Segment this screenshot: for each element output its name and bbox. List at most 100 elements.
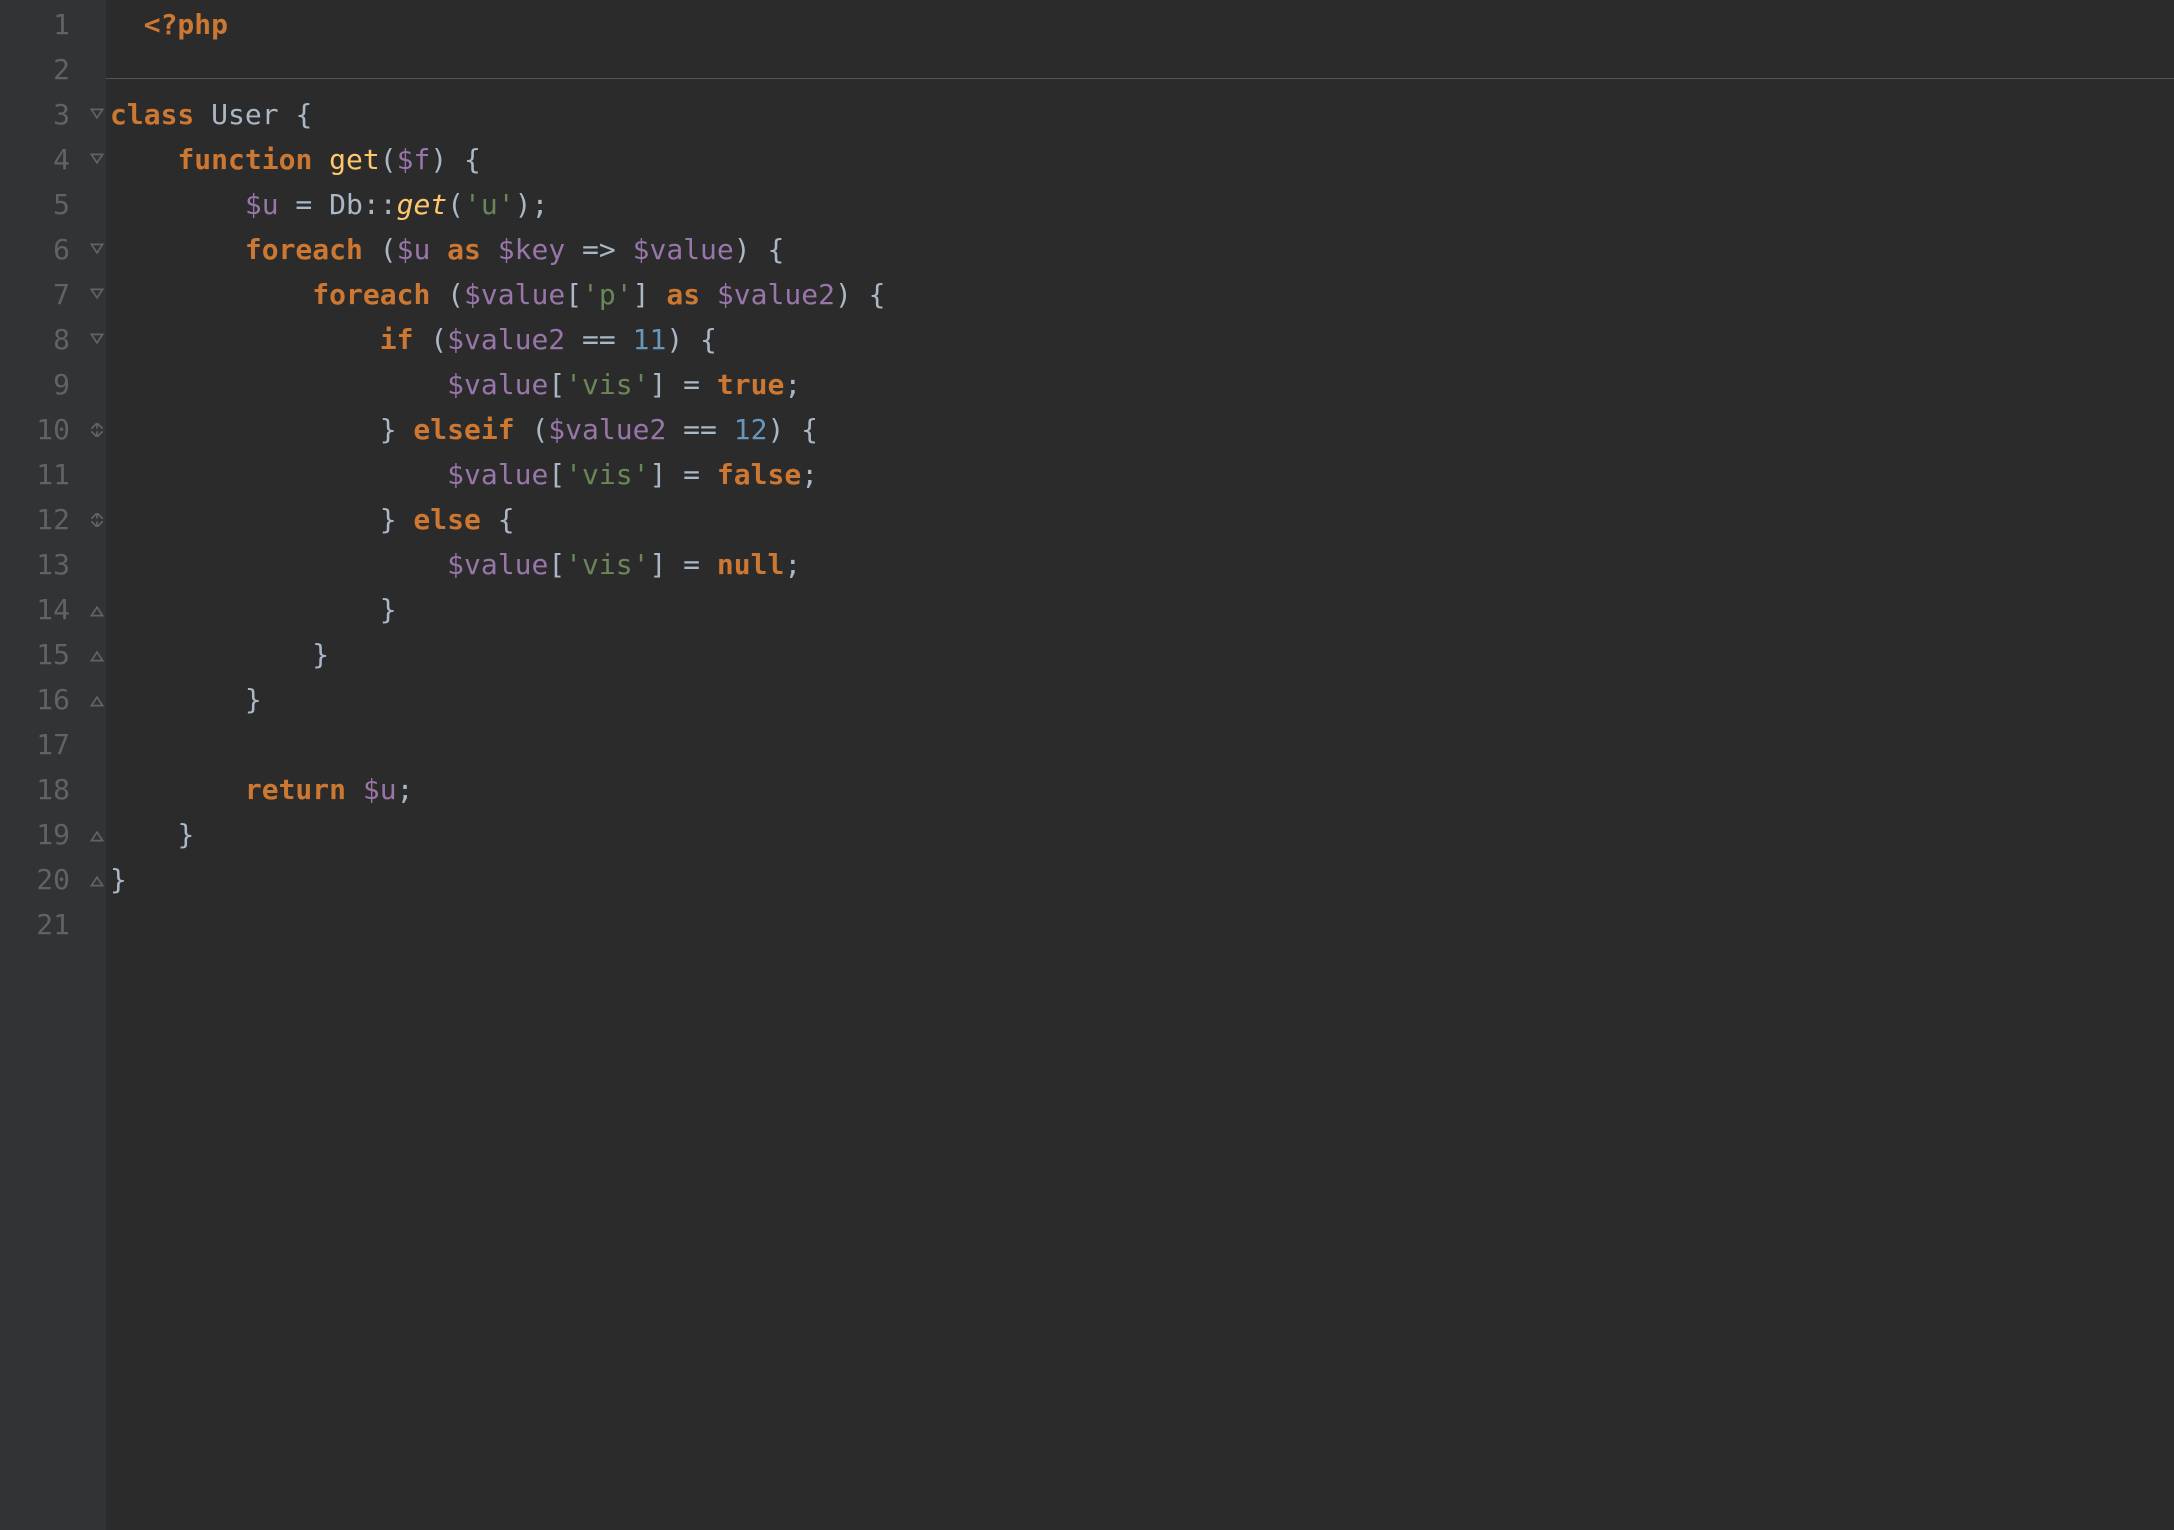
keyword-true: true — [717, 368, 784, 401]
bracket: ] — [649, 458, 666, 491]
code-line[interactable] — [110, 902, 2174, 947]
variable: $value2 — [447, 323, 565, 356]
brace: { — [498, 503, 515, 536]
bracket: [ — [548, 368, 565, 401]
line-number: 11 — [0, 452, 70, 497]
code-line[interactable]: } — [110, 677, 2174, 722]
variable: $value — [464, 278, 565, 311]
code-content[interactable]: <?php class User { function get($f) { $u… — [106, 0, 2174, 1530]
line-number: 6 — [0, 227, 70, 272]
code-line[interactable]: class User { — [110, 92, 2174, 137]
arrow-operator: => — [565, 233, 632, 266]
fold-slot — [88, 902, 106, 947]
brace: } — [380, 593, 397, 626]
fold-close-icon[interactable] — [88, 857, 106, 902]
paren: ( — [363, 233, 397, 266]
code-line[interactable]: $value['vis'] = true; — [110, 362, 2174, 407]
code-line[interactable]: $u = Db::get('u'); — [110, 182, 2174, 227]
code-line[interactable]: } else { — [110, 497, 2174, 542]
method-call: get — [397, 188, 448, 221]
line-number: 9 — [0, 362, 70, 407]
line-number: 21 — [0, 902, 70, 947]
string-literal: 'vis' — [565, 458, 649, 491]
paren: ( — [413, 323, 447, 356]
bracket: [ — [565, 278, 582, 311]
keyword-foreach: foreach — [312, 278, 430, 311]
fold-open-icon[interactable] — [88, 137, 106, 182]
code-editor: 1 2 3 4 5 6 7 8 9 10 11 12 13 14 15 16 1… — [0, 0, 2174, 1530]
brace: } — [110, 863, 127, 896]
keyword-if: if — [380, 323, 414, 356]
bracket: ] — [633, 278, 650, 311]
variable: $f — [397, 143, 431, 176]
variable: $u — [397, 233, 431, 266]
fold-open-icon[interactable] — [88, 227, 106, 272]
line-number-gutter: 1 2 3 4 5 6 7 8 9 10 11 12 13 14 15 16 1… — [0, 0, 88, 1530]
line-number: 16 — [0, 677, 70, 722]
line-number: 13 — [0, 542, 70, 587]
code-line[interactable]: foreach ($value['p'] as $value2) { — [110, 272, 2174, 317]
code-line[interactable]: } — [110, 587, 2174, 632]
code-line[interactable]: } elseif ($value2 == 12) { — [110, 407, 2174, 452]
code-line[interactable] — [110, 47, 2174, 92]
brace: } — [380, 503, 397, 536]
fold-slot — [88, 767, 106, 812]
code-line[interactable]: return $u; — [110, 767, 2174, 812]
fold-close-icon[interactable] — [88, 812, 106, 857]
paren: ( — [380, 143, 397, 176]
fold-close-icon[interactable] — [88, 677, 106, 722]
operator: = — [279, 188, 330, 221]
fold-open-icon[interactable] — [88, 272, 106, 317]
brace: } — [312, 638, 329, 671]
paren-brace: ) { — [835, 278, 886, 311]
code-line[interactable]: foreach ($u as $key => $value) { — [110, 227, 2174, 272]
fold-mid-icon[interactable] — [88, 497, 106, 542]
brace: } — [380, 413, 397, 446]
code-line[interactable] — [110, 722, 2174, 767]
fold-open-icon[interactable] — [88, 92, 106, 137]
keyword-foreach: foreach — [245, 233, 363, 266]
string-literal: 'u' — [464, 188, 515, 221]
line-number: 1 — [0, 2, 70, 47]
variable: $value — [447, 368, 548, 401]
paren: ( — [531, 413, 548, 446]
paren-semi: ); — [515, 188, 549, 221]
keyword-null: null — [717, 548, 784, 581]
code-line[interactable]: <?php — [110, 2, 2174, 47]
operator: = — [666, 458, 717, 491]
string-literal: 'vis' — [565, 368, 649, 401]
bracket: [ — [548, 548, 565, 581]
code-line[interactable]: } — [110, 857, 2174, 902]
number-literal: 11 — [633, 323, 667, 356]
scope-operator: :: — [363, 188, 397, 221]
variable: $u — [346, 773, 397, 806]
operator: == — [666, 413, 733, 446]
keyword-class: class — [110, 98, 194, 131]
fold-close-icon[interactable] — [88, 587, 106, 632]
fold-close-icon[interactable] — [88, 632, 106, 677]
line-number: 19 — [0, 812, 70, 857]
fold-mid-icon[interactable] — [88, 407, 106, 452]
bracket: ] — [649, 368, 666, 401]
line-number: 15 — [0, 632, 70, 677]
semicolon: ; — [784, 368, 801, 401]
fold-gutter — [88, 0, 106, 1530]
keyword-as: as — [649, 278, 716, 311]
code-line[interactable]: } — [110, 812, 2174, 857]
paren-brace: ) { — [666, 323, 717, 356]
code-line[interactable]: $value['vis'] = null; — [110, 542, 2174, 587]
code-line[interactable]: } — [110, 632, 2174, 677]
code-line[interactable]: $value['vis'] = false; — [110, 452, 2174, 497]
line-number: 14 — [0, 587, 70, 632]
brace: { — [279, 98, 313, 131]
fold-slot — [88, 362, 106, 407]
line-number: 2 — [0, 47, 70, 92]
fold-slot — [88, 452, 106, 497]
semicolon: ; — [801, 458, 818, 491]
fold-slot — [88, 542, 106, 587]
keyword-return: return — [245, 773, 346, 806]
string-literal: 'vis' — [565, 548, 649, 581]
fold-open-icon[interactable] — [88, 317, 106, 362]
code-line[interactable]: if ($value2 == 11) { — [110, 317, 2174, 362]
code-line[interactable]: function get($f) { — [110, 137, 2174, 182]
